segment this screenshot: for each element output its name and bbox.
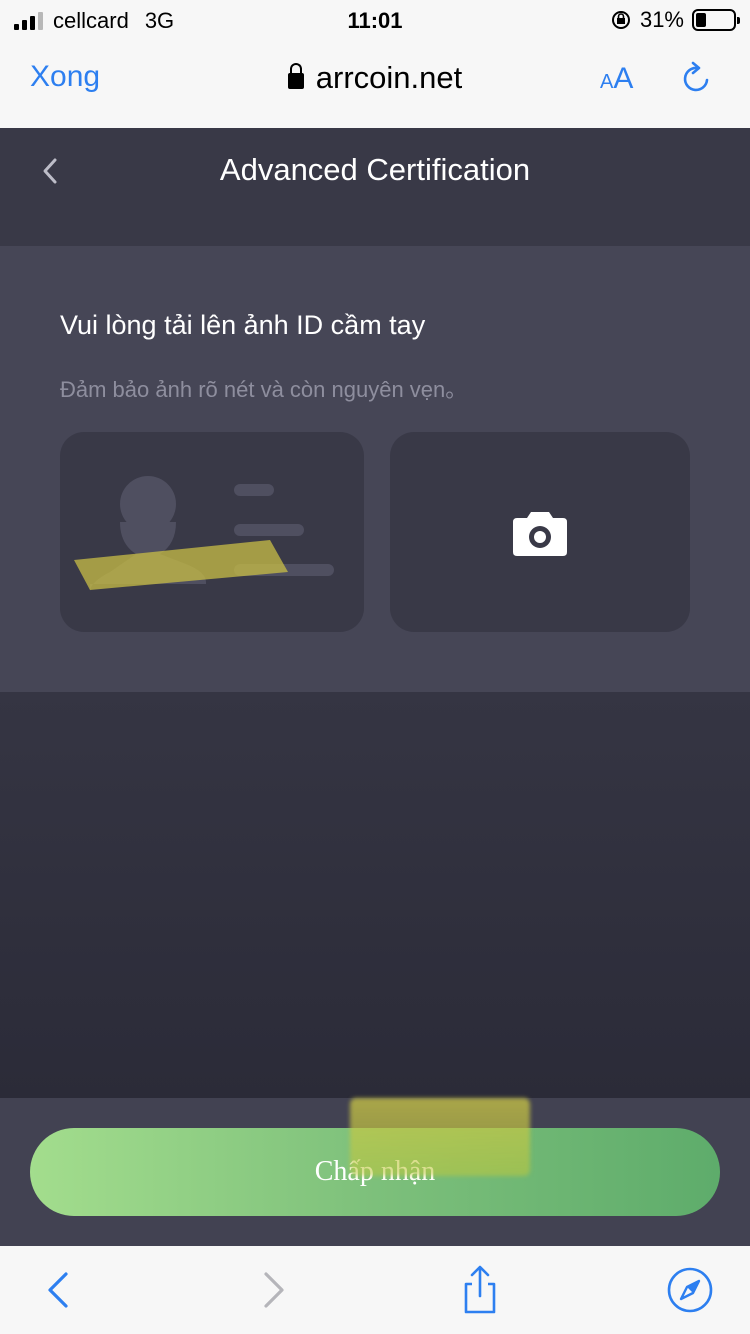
sample-id-card [60,432,364,632]
browser-toolbar [0,1246,750,1334]
compass-icon[interactable] [664,1264,716,1316]
status-bar: cellcard 3G 11:01 31% [0,0,750,40]
id-card-illustration [74,476,334,592]
status-right: 31% [610,7,740,33]
camera-icon [513,512,567,556]
content-area [0,692,750,1098]
upload-title: Vui lòng tải lên ảnh ID cầm tay [60,310,426,340]
screen: cellcard 3G 11:01 31% Xong arrcoin.net A… [0,0,750,1334]
reload-icon[interactable] [678,60,716,98]
upload-subtitle: Đảm bảo ảnh rõ nét và còn nguyên vẹn。 [60,377,468,402]
battery-percent: 31% [639,7,684,32]
upload-section: Vui lòng tải lên ảnh ID cầm tay Đảm bảo … [0,246,750,692]
browser-bar: Xong arrcoin.net AA [0,40,750,128]
lock-icon [287,63,304,89]
share-icon[interactable] [454,1264,506,1316]
battery-icon [692,9,740,31]
redaction-smudge [350,1098,530,1176]
text-size-button[interactable]: AA [600,62,633,96]
back-arrow-icon[interactable] [34,1264,86,1316]
app-header: Advanced Certification [0,128,750,246]
rotation-lock-icon [611,11,630,29]
page-title: Advanced Certification [219,152,531,187]
upload-photo-card[interactable] [390,432,690,632]
url-text: arrcoin.net [315,60,463,95]
url-field[interactable]: arrcoin.net [0,60,750,96]
forward-arrow-icon[interactable] [246,1264,298,1316]
